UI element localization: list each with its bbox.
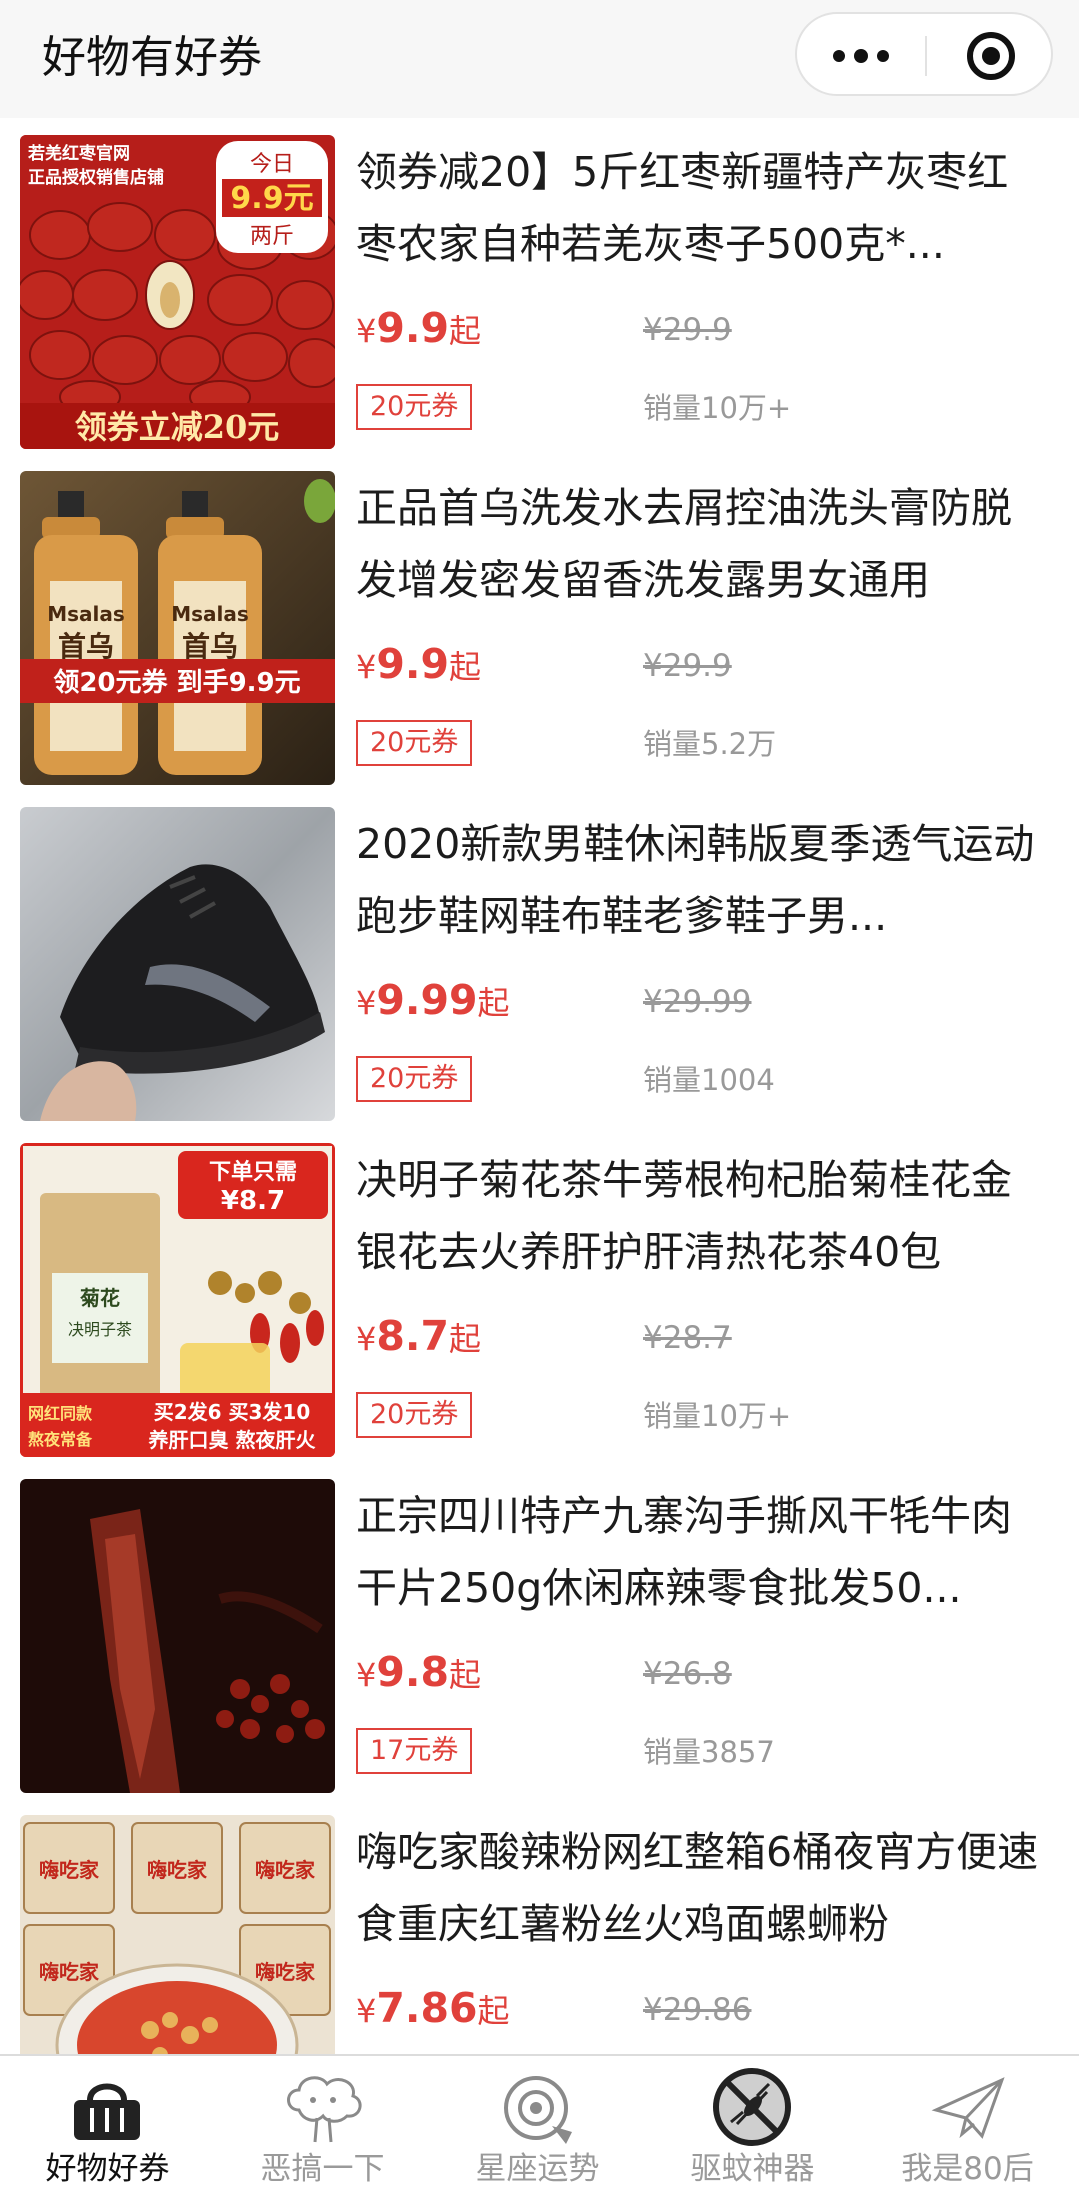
product-title[interactable]: 领券减20】5斤红枣新疆特产灰枣红枣农家自种若羌灰枣子500克*... bbox=[356, 136, 1046, 280]
tab-label: 好物好券 bbox=[45, 2151, 170, 2187]
product-title[interactable]: 正品首乌洗发水去屑控油洗头膏防脱发增发密发留香洗发露男女通用 bbox=[356, 472, 1046, 616]
product-image-tea[interactable]: 菊花 决明子茶 下单只需 ¥8.7 网红同款 熬夜常备 买2发6 买3发10 养… bbox=[20, 1143, 335, 1457]
original-price: ¥29.9 bbox=[643, 312, 732, 348]
coupon-badge[interactable]: 20元券 bbox=[356, 384, 473, 430]
tab-80hou[interactable]: 我是80后 bbox=[860, 2056, 1075, 2197]
product-price: ¥9.9起 bbox=[356, 304, 482, 352]
product-title[interactable]: 2020新款男鞋休闲韩版夏季透气运动跑步鞋网鞋布鞋老爹鞋子男... bbox=[356, 808, 1046, 952]
sneaker-image bbox=[20, 807, 335, 1121]
svg-text:Msalas: Msalas bbox=[171, 602, 249, 626]
product-item[interactable]: 若羌红枣官网 正品授权销售店铺 今日 9.9元 两斤 领券立减20元 领券减20… bbox=[0, 118, 1079, 454]
astrology-icon bbox=[504, 2076, 572, 2144]
image-text: 正品授权销售店铺 bbox=[28, 167, 164, 188]
red-dates-image: 若羌红枣官网 正品授权销售店铺 今日 9.9元 两斤 领券立减20元 bbox=[20, 135, 335, 449]
original-price: ¥29.86 bbox=[643, 1992, 752, 2028]
product-image-red-dates[interactable]: 若羌红枣官网 正品授权销售店铺 今日 9.9元 两斤 领券立减20元 bbox=[20, 135, 335, 449]
tab-egao[interactable]: 恶搞一下 bbox=[215, 2056, 430, 2197]
svg-text:菊花: 菊花 bbox=[80, 1286, 120, 1310]
svg-text:领20元券 到手9.9元: 领20元券 到手9.9元 bbox=[53, 667, 300, 698]
original-price: ¥29.99 bbox=[643, 984, 752, 1020]
product-title[interactable]: 正宗四川特产九寨沟手撕风干牦牛肉干片250g休闲麻辣零食批发50... bbox=[356, 1480, 1046, 1624]
tab-haowu-haoquan[interactable]: 好物好券 bbox=[0, 2056, 215, 2197]
product-item[interactable]: 嗨吃家 嗨吃家 嗨吃家 嗨吃家 嗨吃家 嗨吃家酸辣粉网红整箱6桶夜宵方便速食重庆红薯粉… bbox=[0, 1798, 1079, 2054]
product-item[interactable]: Msalas 首乌 Msalas 首乌 领20元券 到手9.9元 正品首乌洗发水… bbox=[0, 454, 1079, 790]
beef-jerky-image bbox=[20, 1479, 335, 1793]
tea-image: 菊花 决明子茶 下单只需 ¥8.7 网红同款 熬夜常备 买2发6 买3发10 养… bbox=[20, 1143, 335, 1457]
svg-text:熬夜常备: 熬夜常备 bbox=[28, 1430, 93, 1449]
coupon-badge[interactable]: 20元券 bbox=[356, 1392, 473, 1438]
svg-text:Msalas: Msalas bbox=[47, 602, 125, 626]
bottom-tab-bar: 好物好券 恶搞一下 星座运势 驱蚊神器 我是80后 bbox=[0, 2054, 1079, 2197]
sales-count: 销量10万+ bbox=[643, 1399, 792, 1433]
image-text: 若羌红枣官网 bbox=[27, 143, 130, 164]
basket-icon bbox=[74, 2083, 140, 2140]
svg-text:9.9元: 9.9元 bbox=[230, 181, 313, 216]
product-price: ¥8.7起 bbox=[356, 1312, 482, 1360]
shampoo-image: Msalas 首乌 Msalas 首乌 领20元券 到手9.9元 bbox=[20, 471, 335, 785]
svg-text:下单只需: 下单只需 bbox=[209, 1160, 297, 1185]
product-item[interactable]: 菊花 决明子茶 下单只需 ¥8.7 网红同款 熬夜常备 买2发6 买3发10 养… bbox=[0, 1126, 1079, 1462]
svg-text:首乌: 首乌 bbox=[182, 630, 238, 663]
product-price: ¥7.86起 bbox=[356, 1984, 510, 2032]
no-mosquito-icon bbox=[713, 2068, 791, 2146]
svg-text:决明子茶: 决明子茶 bbox=[68, 1320, 132, 1339]
product-title[interactable]: 嗨吃家酸辣粉网红整箱6桶夜宵方便速食重庆红薯粉丝火鸡面螺蛳粉 bbox=[356, 1816, 1046, 1960]
cloud-icon bbox=[287, 2076, 362, 2143]
paper-plane-icon bbox=[931, 2077, 1005, 2139]
tab-label: 星座运势 bbox=[475, 2151, 600, 2187]
svg-text:养肝口臭 熬夜肝火: 养肝口臭 熬夜肝火 bbox=[148, 1428, 317, 1452]
coupon-badge[interactable]: 17元券 bbox=[356, 1728, 473, 1774]
product-item[interactable]: 2020新款男鞋休闲韩版夏季透气运动跑步鞋网鞋布鞋老爹鞋子男... ¥9.99起… bbox=[0, 790, 1079, 1126]
svg-text:网红同款: 网红同款 bbox=[28, 1404, 93, 1423]
product-image-sneaker[interactable] bbox=[20, 807, 335, 1121]
original-price: ¥28.7 bbox=[643, 1320, 732, 1356]
coupon-badge[interactable]: 20元券 bbox=[356, 720, 473, 766]
tab-label: 恶搞一下 bbox=[260, 2151, 385, 2187]
svg-text:首乌: 首乌 bbox=[58, 630, 114, 663]
svg-text:嗨吃家: 嗨吃家 bbox=[39, 1960, 100, 1984]
noodles-image: 嗨吃家 嗨吃家 嗨吃家 嗨吃家 嗨吃家 bbox=[20, 1815, 335, 2054]
svg-text:¥8.7: ¥8.7 bbox=[221, 1186, 285, 1216]
sales-count: 销量1004 bbox=[643, 1063, 775, 1097]
svg-text:嗨吃家: 嗨吃家 bbox=[255, 1960, 316, 1984]
product-list[interactable]: 若羌红枣官网 正品授权销售店铺 今日 9.9元 两斤 领券立减20元 领券减20… bbox=[0, 118, 1079, 2054]
product-image-noodles[interactable]: 嗨吃家 嗨吃家 嗨吃家 嗨吃家 嗨吃家 bbox=[20, 1815, 335, 2054]
svg-text:买2发6 买3发10: 买2发6 买3发10 bbox=[154, 1400, 311, 1424]
capsule-divider bbox=[925, 36, 927, 76]
svg-text:嗨吃家: 嗨吃家 bbox=[255, 1858, 316, 1882]
close-target-icon[interactable] bbox=[967, 32, 1015, 80]
product-price: ¥9.99起 bbox=[356, 976, 510, 1024]
product-title[interactable]: 决明子菊花茶牛蒡根枸杞胎菊桂花金银花去火养肝护肝清热花茶40包 bbox=[356, 1144, 1046, 1288]
more-icon[interactable] bbox=[833, 44, 891, 68]
sales-count: 销量5.2万 bbox=[643, 727, 777, 761]
product-item[interactable]: 正宗四川特产九寨沟手撕风干牦牛肉干片250g休闲麻辣零食批发50... ¥9.8… bbox=[0, 1462, 1079, 1798]
original-price: ¥26.8 bbox=[643, 1656, 732, 1692]
tab-label: 我是80后 bbox=[901, 2151, 1034, 2187]
product-image-shampoo[interactable]: Msalas 首乌 Msalas 首乌 领20元券 到手9.9元 bbox=[20, 471, 335, 785]
coupon-badge[interactable]: 20元券 bbox=[356, 1056, 473, 1102]
sales-count: 销量10万+ bbox=[643, 391, 792, 425]
tab-label: 驱蚊神器 bbox=[690, 2151, 815, 2187]
original-price: ¥29.9 bbox=[643, 648, 732, 684]
svg-text:嗨吃家: 嗨吃家 bbox=[39, 1858, 100, 1882]
svg-text:领券立减20元: 领券立减20元 bbox=[75, 408, 280, 446]
top-bar: 好物有好券 bbox=[0, 0, 1079, 118]
app-title: 好物有好券 bbox=[42, 32, 262, 83]
tab-qu-wen[interactable]: 驱蚊神器 bbox=[645, 2056, 860, 2197]
sales-count: 销量3857 bbox=[643, 1735, 775, 1769]
product-image-beef-jerky[interactable] bbox=[20, 1479, 335, 1793]
product-price: ¥9.8起 bbox=[356, 1648, 482, 1696]
svg-text:两斤: 两斤 bbox=[250, 224, 294, 249]
mini-program-capsule bbox=[795, 12, 1053, 96]
tab-xingzuo[interactable]: 星座运势 bbox=[430, 2056, 645, 2197]
svg-text:今日: 今日 bbox=[250, 152, 294, 177]
product-price: ¥9.9起 bbox=[356, 640, 482, 688]
svg-text:嗨吃家: 嗨吃家 bbox=[147, 1858, 208, 1882]
